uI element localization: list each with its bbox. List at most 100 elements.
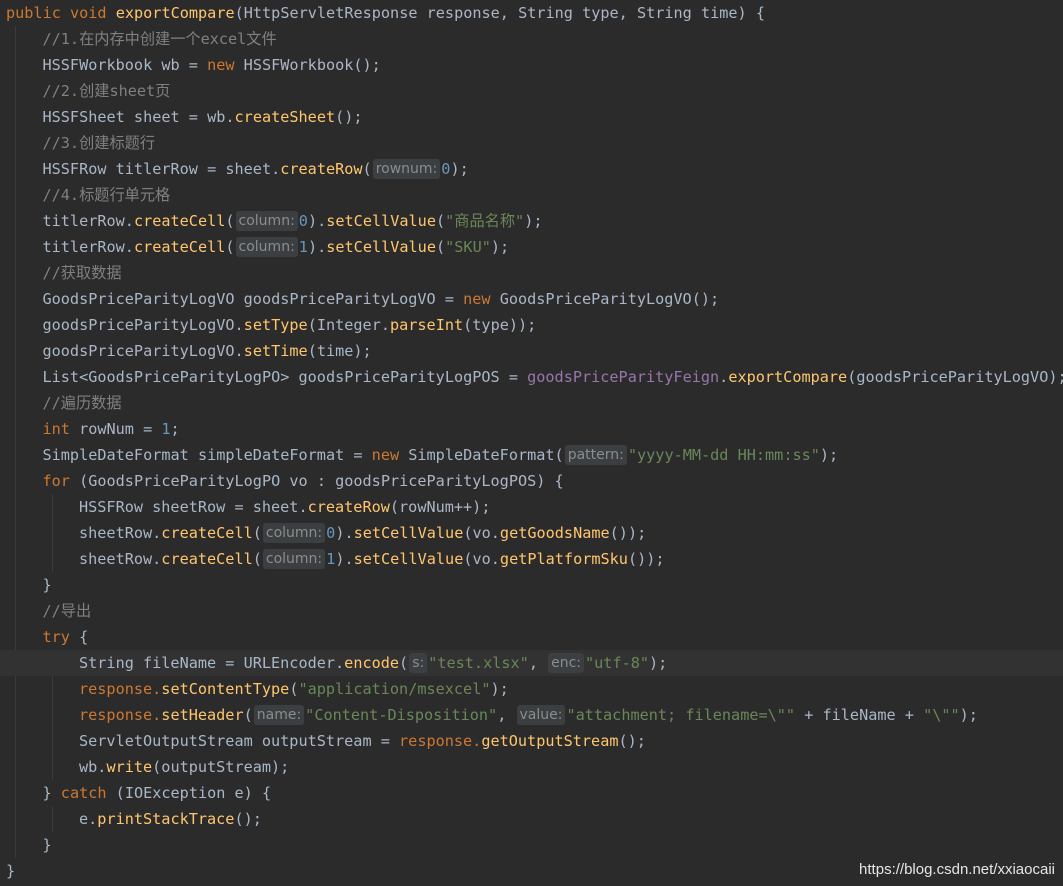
code-token-kw: int [42, 420, 80, 438]
code-token-kw: try [42, 628, 80, 646]
code-token-str: "yyyy-MM-dd HH:mm:ss" [627, 446, 820, 464]
code-token-kw: for [42, 472, 80, 490]
code-line[interactable]: //2.创建sheet页 [43, 78, 171, 104]
code-token-def: HSSFWorkbook wb = [42, 56, 208, 74]
code-token-kw: catch [60, 784, 116, 802]
code-token-def: rowNum = [79, 420, 162, 438]
indent-guide [51, 806, 53, 832]
code-line[interactable]: titlerRow.createCell(column: 0).setCellVa… [43, 208, 543, 234]
code-token-def: HSSFRow sheetRow = sheet. [79, 498, 308, 516]
code-editor[interactable]: public void exportCompare(HttpServletRes… [0, 0, 1063, 886]
code-token-def: (GoodsPriceParityLogPO vo : goodsPricePa… [79, 472, 564, 490]
code-token-def: SimpleDateFormat( [408, 446, 564, 464]
code-token-kw: new [371, 446, 409, 464]
parameter-hint: enc: [548, 653, 585, 673]
parameter-hint: name: [253, 705, 305, 725]
code-line[interactable]: int rowNum = 1; [43, 416, 180, 442]
code-token-def: ). [335, 524, 354, 542]
code-token-def: (type)); [463, 316, 537, 334]
code-token-def: (time); [307, 342, 372, 360]
code-token-kw: response. [399, 732, 482, 750]
code-token-def: titlerRow. [42, 238, 134, 256]
code-token-meth: createSheet [234, 108, 336, 126]
code-token-meth: createRow [280, 160, 363, 178]
code-token-meth: setCellValue [326, 212, 436, 230]
code-token-num: 0 [298, 212, 308, 230]
code-line[interactable]: wb.write(outputStream); [79, 754, 289, 780]
code-token-def: (IOException e) { [115, 784, 272, 802]
code-line[interactable]: e.printStackTrace(); [79, 806, 262, 832]
code-line[interactable]: } [43, 572, 52, 598]
watermark-text: https://blog.csdn.net/xxiaocaii [859, 861, 1055, 878]
code-line[interactable]: } catch (IOException e) { [43, 780, 272, 806]
indent-guide [15, 26, 16, 858]
code-token-def: ); [524, 212, 543, 230]
code-token-cmt: //2.创建sheet页 [42, 82, 171, 100]
code-line[interactable]: titlerRow.createCell(column: 1).setCellVa… [42, 234, 509, 260]
code-token-def: , [497, 706, 516, 724]
code-line[interactable]: List<GoodsPriceParityLogPO> goodsPricePa… [43, 364, 1063, 390]
code-token-def: (HttpServletResponse [234, 4, 427, 22]
code-line[interactable]: sheetRow.createCell(column: 0).setCellVal… [79, 520, 646, 546]
code-token-kw: new [207, 56, 244, 74]
code-token-def: ( [225, 212, 235, 230]
code-token-meth: setHeader [161, 706, 244, 724]
code-token-def: GoodsPriceParityLogVO goodsPriceParityLo… [42, 290, 464, 308]
code-line[interactable]: //1.在内存中创建一个excel文件 [43, 26, 277, 52]
parameter-hint: rownum: [372, 159, 441, 179]
code-token-def: ServletOutputStream outputStream = [79, 732, 400, 750]
code-token-def: ( [243, 706, 253, 724]
parameter-hint: s: [409, 653, 428, 673]
code-line[interactable]: SimpleDateFormat simpleDateFormat = new … [42, 442, 838, 468]
code-token-def: } [42, 576, 52, 594]
code-token-cmt: //导出 [42, 602, 92, 620]
code-line[interactable]: //3.创建标题行 [43, 130, 156, 156]
code-line[interactable]: } [43, 832, 52, 858]
code-line[interactable]: response.setHeader(name: "Content-Disposi… [79, 702, 978, 728]
code-token-def: ( [252, 524, 262, 542]
code-line[interactable]: } [6, 858, 15, 884]
code-token-def: } [6, 862, 16, 880]
code-line[interactable]: HSSFSheet sheet = wb.createSheet(); [43, 104, 363, 130]
code-line[interactable]: response.setContentType("application/mse… [79, 676, 509, 702]
parameter-hint: value: [516, 705, 566, 725]
code-token-kw: response. [79, 706, 162, 724]
code-token-meth: setCellValue [353, 524, 464, 542]
code-token-def: ()); [609, 524, 647, 542]
code-line[interactable]: HSSFWorkbook wb = new HSSFWorkbook(); [43, 52, 381, 78]
code-token-cmt: //遍历数据 [42, 394, 122, 412]
code-line[interactable]: String fileName = URLEncoder.encode(s: "t… [79, 650, 667, 676]
code-token-cmt: //3.创建标题行 [42, 134, 156, 152]
code-token-str: "utf-8" [585, 654, 650, 672]
code-line[interactable]: goodsPriceParityLogVO.setTime(time); [43, 338, 372, 364]
code-token-num: 1 [298, 238, 308, 256]
code-token-def: goodsPriceParityLogVO. [42, 316, 244, 334]
code-line[interactable]: GoodsPriceParityLogVO goodsPriceParityLo… [43, 286, 720, 312]
code-line[interactable]: try { [43, 624, 89, 650]
parameter-hint: column: [262, 549, 326, 569]
code-line[interactable]: ServletOutputStream outputStream = respo… [79, 728, 646, 754]
code-token-def: response [426, 4, 500, 22]
code-line[interactable]: sheetRow.createCell(column: 1).setCellVal… [79, 546, 665, 572]
code-line[interactable]: public void exportCompare(HttpServletRes… [6, 0, 765, 26]
code-line[interactable]: //遍历数据 [43, 390, 122, 416]
code-token-meth: setType [243, 316, 308, 334]
parameter-hint: pattern: [564, 445, 627, 465]
code-token-cmt: //获取数据 [42, 264, 122, 282]
code-token-def: String fileName = URLEncoder. [79, 654, 345, 672]
code-token-meth: exportCompare [115, 4, 235, 22]
code-line[interactable]: //4.标题行单元格 [43, 182, 171, 208]
code-line[interactable]: //获取数据 [43, 260, 122, 286]
code-line[interactable]: goodsPriceParityLogVO.setType(Integer.pa… [43, 312, 537, 338]
code-token-num: 1 [326, 550, 336, 568]
code-token-def: time [700, 4, 738, 22]
code-token-def: SimpleDateFormat simpleDateFormat = [42, 446, 372, 464]
code-token-def: , String [618, 4, 701, 22]
code-line[interactable]: for (GoodsPriceParityLogPO vo : goodsPri… [43, 468, 564, 494]
code-line[interactable]: //导出 [43, 598, 92, 624]
code-line[interactable]: HSSFRow sheetRow = sheet.createRow(rowNu… [79, 494, 490, 520]
parameter-hint: column: [235, 211, 298, 231]
code-token-kw: response. [79, 680, 162, 698]
code-line[interactable]: HSSFRow titlerRow = sheet.createRow(rown… [43, 156, 469, 182]
code-token-meth: parseInt [389, 316, 464, 334]
